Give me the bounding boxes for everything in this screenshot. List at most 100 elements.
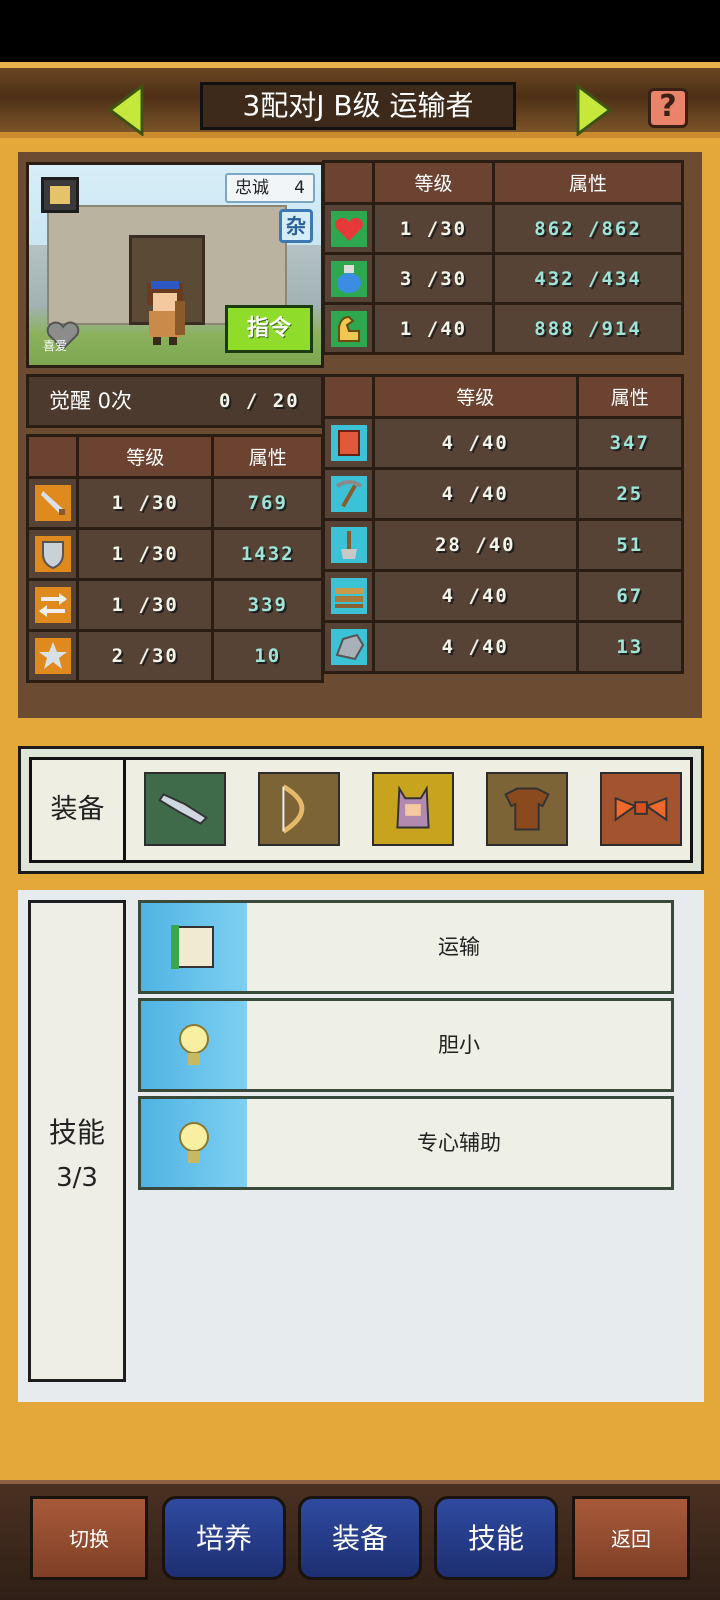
- character-title: 3配对J B级 运输者: [200, 82, 516, 130]
- hp-level: 1 /30: [371, 202, 496, 255]
- work-stats-corner: [322, 374, 375, 419]
- combat-stats-table: 等级 属性 1 /30 769 1 /30 1432 1 /30 339 2 /…: [26, 434, 324, 683]
- attack-value: 769: [211, 476, 324, 530]
- awaken-row: 觉醒 0次 0 / 20: [26, 374, 324, 428]
- switch-button[interactable]: 切换: [30, 1496, 148, 1580]
- hay-icon: [330, 578, 367, 614]
- ribbon-icon: [614, 796, 668, 822]
- equip-button[interactable]: 装备: [298, 1496, 422, 1580]
- mining-value: 25: [575, 467, 685, 521]
- hp-value: 862 /862: [492, 202, 684, 255]
- favorite-label: 喜爱: [43, 339, 68, 353]
- shield-icon: [34, 536, 71, 572]
- bow-icon: [282, 784, 305, 834]
- equip-slot-accessory[interactable]: [600, 772, 682, 846]
- skill-icon-box: [141, 1099, 247, 1187]
- stamina-level: 1 /40: [371, 302, 496, 355]
- equip-slot-costume[interactable]: [372, 772, 454, 846]
- craft-value: 13: [575, 620, 685, 674]
- lightbulb-icon: [179, 1024, 209, 1065]
- table-row: 4 /40 347: [322, 416, 685, 470]
- work-stats-level-header: 等级: [372, 374, 579, 419]
- skill-icon-box: [141, 903, 247, 991]
- table-row: 1 /30 769: [26, 476, 324, 530]
- skill-row-focus-assist[interactable]: 专心辅助: [138, 1096, 674, 1190]
- main-stats-level-header: 等级: [371, 160, 496, 205]
- equip-slot-armor[interactable]: [486, 772, 568, 846]
- skill-row-transport[interactable]: 运输: [138, 900, 674, 994]
- equipment-label: 装备: [32, 760, 126, 860]
- speed-value: 339: [211, 578, 324, 632]
- mining-level: 4 /40: [372, 467, 579, 521]
- table-row: 2 /30 10: [26, 629, 324, 683]
- status-bar: [0, 0, 720, 62]
- skill-icon-box: [141, 1001, 247, 1089]
- train-button[interactable]: 培养: [162, 1496, 286, 1580]
- equip-slot-weapon[interactable]: [144, 772, 226, 846]
- dig-value: 51: [575, 518, 685, 572]
- skill-row-timid[interactable]: 胆小: [138, 998, 674, 1092]
- job-tag-icon: 杂: [279, 209, 313, 243]
- stamina-value: 888 /914: [492, 302, 684, 355]
- attack-level: 1 /30: [75, 476, 215, 530]
- help-button[interactable]: ?: [648, 88, 688, 128]
- loyalty-badge: 忠诚 4: [225, 173, 315, 203]
- potion-icon: [330, 260, 367, 297]
- muscle-icon: [330, 310, 367, 347]
- table-row: 28 /40 51: [322, 518, 685, 572]
- skills-panel: 技能 3/3 运输 胆小 专心辅助: [18, 890, 704, 1402]
- weapon-icon: [158, 793, 208, 825]
- armor-icon: [504, 787, 550, 831]
- character-sprite: [147, 281, 185, 345]
- main-stats-corner: [322, 160, 375, 205]
- shovel-icon: [330, 527, 367, 563]
- prev-arrow-icon[interactable]: [106, 84, 146, 136]
- scroll-icon: [171, 925, 214, 969]
- loyalty-value: 4: [294, 178, 305, 198]
- equip-slot-bow[interactable]: [258, 772, 340, 846]
- luck-value: 10: [211, 629, 324, 683]
- table-row: 4 /40 67: [322, 569, 685, 623]
- book-icon: [330, 425, 367, 461]
- main-stats-value-header: 属性: [492, 160, 684, 205]
- combat-stats-value-header: 属性: [211, 434, 324, 479]
- table-row: 1 /30 1432: [26, 527, 324, 581]
- luck-level: 2 /30: [75, 629, 215, 683]
- lightbulb-icon: [179, 1122, 209, 1163]
- skill-name: 运输: [438, 935, 480, 959]
- skills-count: 3/3: [56, 1163, 98, 1193]
- combat-stats-level-header: 等级: [75, 434, 215, 479]
- book-value: 347: [575, 416, 685, 470]
- sword-icon: [34, 485, 71, 521]
- work-stats-table: 等级 属性 4 /40 347 4 /40 25 28 /40 51 4 /40…: [322, 374, 685, 674]
- table-row: 1 /30 339: [26, 578, 324, 632]
- mp-value: 432 /434: [492, 252, 684, 305]
- table-row: 4 /40 25: [322, 467, 685, 521]
- command-button[interactable]: 指令: [225, 305, 313, 353]
- dig-level: 28 /40: [372, 518, 579, 572]
- inventory-icon[interactable]: [41, 177, 79, 213]
- work-stats-value-header: 属性: [575, 374, 685, 419]
- character-portrait: 忠诚 4 杂 喜爱 指令: [26, 162, 324, 368]
- defense-value: 1432: [211, 527, 324, 581]
- farm-value: 67: [575, 569, 685, 623]
- defense-level: 1 /30: [75, 527, 215, 581]
- cat-costume-icon: [396, 785, 430, 829]
- main-stats-table: 等级 属性 1 /30 862 /862 3 /30 432 /434 1 /4…: [322, 160, 684, 355]
- table-row: 3 /30 432 /434: [322, 252, 684, 305]
- header-bar: 3配对J B级 运输者 ?: [0, 62, 720, 138]
- table-row: 1 /40 888 /914: [322, 302, 684, 355]
- skill-button[interactable]: 技能: [434, 1496, 558, 1580]
- skills-label-box: 技能 3/3: [28, 900, 126, 1382]
- skill-name: 专心辅助: [417, 1131, 501, 1155]
- back-button[interactable]: 返回: [572, 1496, 690, 1580]
- craft-level: 4 /40: [372, 620, 579, 674]
- table-row: 4 /40 13: [322, 620, 685, 674]
- table-row: 1 /30 862 /862: [322, 202, 684, 255]
- arrows-icon: [34, 587, 71, 623]
- book-level: 4 /40: [372, 416, 579, 470]
- heart-icon: [330, 210, 367, 247]
- bottom-nav: 切换 培养 装备 技能 返回: [0, 1480, 720, 1600]
- next-arrow-icon[interactable]: [574, 84, 614, 136]
- farm-level: 4 /40: [372, 569, 579, 623]
